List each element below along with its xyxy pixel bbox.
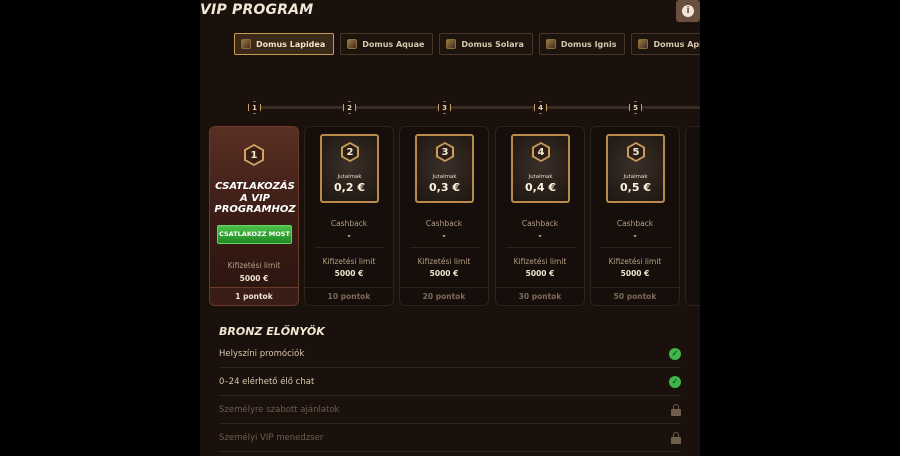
reward-value: 0,4 € [525,181,556,194]
check-icon: ✓ [669,375,681,388]
level-badge: 4 [532,142,550,162]
tab-domus-apis[interactable]: Domus Apis [631,33,700,55]
payout-value: 5000 € [334,269,364,278]
payout-label: Kifizetési limit [227,261,281,270]
lock-icon [671,403,681,416]
check-icon: ✓ [669,347,681,360]
level-badge: 1 [244,144,264,166]
benefit-row: Személyre szabott ajánlatok [219,396,681,424]
payout-value: 5000 € [429,269,459,278]
step-marker-3: 3 [438,101,451,114]
tab-domus-lapidea[interactable]: Domus Lapidea [234,33,335,55]
cashback-value: - [538,231,542,240]
reward-value: 0,5 € [620,181,651,194]
divider [315,247,385,248]
gem-icon [545,39,556,49]
step-marker-4: 4 [534,101,547,114]
gem-icon [638,39,649,49]
divider [506,247,576,248]
payout-value: 5000 € [239,274,269,283]
divider [601,247,671,248]
payout-label: Kifizetési limit [608,257,662,266]
level-badge: 5 [627,142,645,162]
step-marker-5: 5 [629,101,642,114]
level-image: 5 Jutalmak 0,5 € [606,134,665,203]
step-marker-1: 1 [248,101,261,114]
points-required: 30 pontok [496,287,584,305]
divider [410,247,480,248]
tab-domus-solara[interactable]: Domus Solara [439,33,533,55]
cashback-label: Cashback [330,219,368,228]
cashback-value: - [347,231,351,240]
cashback-value: - [633,231,637,240]
reward-value: 0,2 € [334,181,365,194]
payout-label: Kifizetési limit [417,257,471,266]
gem-icon [446,39,457,49]
benefit-row: Személyi VIP menedzser [219,424,681,452]
info-button[interactable]: i [676,0,700,22]
tab-domus-aquae[interactable]: Domus Aquae [340,33,434,55]
join-title: CSATLAKOZÁS A VIP PROGRAMHOZ [214,181,296,215]
join-now-button[interactable]: CSATLAKOZZ MOST [217,225,292,244]
step-marker-2: 2 [343,101,356,114]
tier-tabs: Domus Lapidea Domus Aquae Domus Solara D… [234,33,700,55]
payout-value: 5000 € [525,269,555,278]
info-icon: i [682,5,694,17]
level-card-2[interactable]: 2 Jutalmak 0,2 € Cashback - Kifizetési l… [304,126,394,306]
level-badge: 2 [341,142,359,162]
points-required: 50 pontok [591,287,679,305]
level-card-current: 1 CSATLAKOZÁS A VIP PROGRAMHOZ CSATLAKOZ… [209,126,299,306]
payout-label: Kifizetési limit [513,257,567,266]
tab-domus-ignis[interactable]: Domus Ignis [538,33,626,55]
level-card-5[interactable]: 5 Jutalmak 0,5 € Cashback - Kifizetési l… [590,126,680,306]
level-image: 3 Jutalmak 0,3 € [415,134,474,203]
benefit-row: Helyszíni promóciók ✓ [219,340,681,368]
points-required: 10 pontok [305,287,393,305]
level-badge: 3 [436,142,454,162]
level-image: 4 Jutalmak 0,4 € [511,134,570,203]
benefits-title: BRONZ ELŐNYÖK [219,325,325,338]
level-card-4[interactable]: 4 Jutalmak 0,4 € Cashback - Kifizetési l… [495,126,585,306]
page-title: VIP PROGRAM [200,2,314,18]
gem-icon [241,39,251,49]
cashback-value: - [442,231,446,240]
vip-panel: VIP PROGRAM i Domus Lapidea Domus Aquae … [200,0,700,456]
level-card-3[interactable]: 3 Jutalmak 0,3 € Cashback - Kifizetési l… [399,126,489,306]
points-required: 20 pontok [400,287,488,305]
points-required: 1 pontok [210,287,298,305]
cashback-label: Cashback [521,219,559,228]
reward-value: 0,3 € [429,181,460,194]
payout-label: Kifizetési limit [322,257,376,266]
cashback-label: Cashback [425,219,463,228]
lock-icon [671,431,681,444]
payout-value: 5000 € [620,269,650,278]
benefit-row: 0–24 elérhető élő chat ✓ [219,368,681,396]
gem-icon [347,39,358,49]
level-card-next-partial[interactable] [685,126,700,306]
cashback-label: Cashback [616,219,654,228]
level-image: 2 Jutalmak 0,2 € [320,134,379,203]
